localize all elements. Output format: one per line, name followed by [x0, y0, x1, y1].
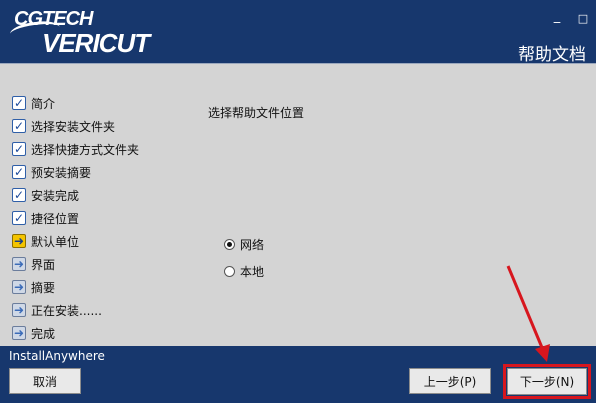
annotation-arrow-icon [506, 265, 550, 362]
